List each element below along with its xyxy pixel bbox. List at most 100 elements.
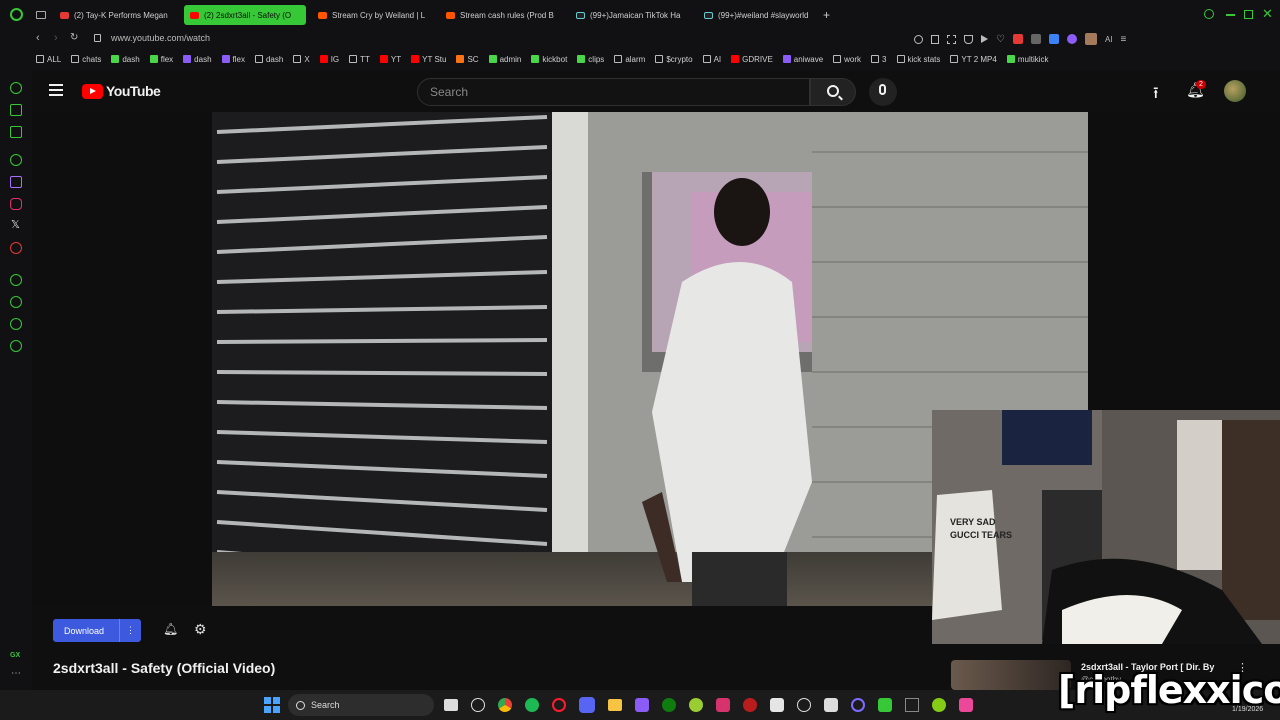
bookmark-item[interactable]: dash <box>183 55 212 64</box>
bookmark-item[interactable]: work <box>833 55 861 64</box>
search-tabs-icon[interactable] <box>1204 9 1214 19</box>
profile-avatar[interactable] <box>1084 33 1097 45</box>
send-icon[interactable] <box>981 35 988 43</box>
search-input[interactable]: Search <box>417 78 810 106</box>
settings-gear-icon[interactable]: ⚙ <box>194 621 207 638</box>
gx-corner-icon[interactable] <box>10 104 22 116</box>
bookmark-item[interactable]: dash <box>111 55 140 64</box>
maximize-button[interactable] <box>1244 10 1253 19</box>
tab-6[interactable]: (99+)#weiland #slayworld <box>698 5 820 25</box>
youtube-logo[interactable]: YouTube <box>82 83 161 99</box>
opera-icon[interactable] <box>552 698 566 712</box>
bookmark-item[interactable]: kick stats <box>896 55 940 64</box>
snapshot-icon[interactable] <box>947 34 956 44</box>
start-windows-icon[interactable] <box>264 697 280 713</box>
chrome-icon[interactable] <box>498 698 512 712</box>
download-options-icon[interactable]: ⋮ <box>119 619 141 642</box>
bookmark-item[interactable]: flex <box>149 55 173 64</box>
extension-red-icon[interactable] <box>1012 34 1023 44</box>
app-green2-icon[interactable] <box>878 698 892 712</box>
player-icon[interactable] <box>10 274 22 286</box>
twitch-icon[interactable] <box>10 176 22 188</box>
bookmark-item[interactable]: clips <box>577 55 604 64</box>
task-view-icon[interactable] <box>444 699 458 711</box>
chatgpt-icon[interactable] <box>797 698 811 712</box>
bookmark-item[interactable]: YT Stu <box>411 55 446 64</box>
bookmark-item[interactable]: AI <box>702 55 721 64</box>
tab-overview-icon[interactable] <box>36 11 46 19</box>
bookmark-item[interactable]: aniwave <box>782 55 823 64</box>
extension-purple-icon[interactable] <box>1066 34 1077 44</box>
bookmark-item[interactable]: alarm <box>614 55 645 64</box>
xbox-icon[interactable] <box>662 698 676 712</box>
tab-1[interactable]: (2) Tay-K Performs Megan <box>54 5 180 25</box>
app-green-icon[interactable] <box>689 698 703 712</box>
hamburger-menu-icon[interactable] <box>49 84 63 96</box>
opera-gx-icon[interactable] <box>851 698 865 712</box>
app-pink-icon[interactable] <box>716 698 730 712</box>
ai-icon[interactable]: AI <box>1105 35 1113 44</box>
bookmark-item[interactable]: YT <box>379 55 401 64</box>
voice-search-button[interactable] <box>869 78 897 106</box>
bookmark-item[interactable]: YT 2 MP4 <box>950 55 997 64</box>
music-icon[interactable] <box>10 242 22 254</box>
bookmark-item[interactable]: SC <box>456 55 479 64</box>
extensions-icon[interactable] <box>10 318 22 330</box>
bookmark-item[interactable]: GDRIVE <box>731 55 773 64</box>
extension-blue-icon[interactable] <box>1048 34 1059 44</box>
zoom-icon[interactable] <box>914 34 923 44</box>
extension-grey-icon[interactable] <box>1030 34 1041 44</box>
tab-3[interactable]: Stream Cry by Weiland | L <box>312 5 438 25</box>
reload-icon[interactable]: ↻ <box>70 32 78 43</box>
menu-icon[interactable]: ≡ <box>1121 34 1127 45</box>
app-pink2-icon[interactable] <box>959 698 973 712</box>
download-button[interactable]: Download ⋮ <box>53 619 141 642</box>
close-button[interactable]: ✕ <box>1262 6 1273 22</box>
spotify-icon[interactable] <box>525 698 539 712</box>
app-grid-icon[interactable] <box>905 698 919 712</box>
forward-icon[interactable]: › <box>54 32 58 44</box>
messenger-icon[interactable] <box>10 154 22 166</box>
bookmark-item[interactable]: admin <box>488 55 521 64</box>
taskbar-search[interactable]: Search <box>288 694 434 716</box>
pin-icon[interactable] <box>931 34 939 44</box>
back-icon[interactable]: ‹ <box>36 32 40 44</box>
app-icon[interactable] <box>471 698 485 712</box>
tab-5[interactable]: (99+)Jamaican TikTok Ha <box>570 5 694 25</box>
new-tab-button[interactable]: + <box>823 8 830 22</box>
bookmark-item[interactable]: multikick <box>1006 55 1049 64</box>
shield-icon[interactable] <box>964 34 973 44</box>
app-purple-icon[interactable] <box>635 698 649 712</box>
minimize-button[interactable] <box>1226 14 1235 16</box>
bookmark-item[interactable]: TT <box>349 55 370 64</box>
bookmark-item[interactable]: flex <box>221 55 245 64</box>
bookmark-item[interactable]: $crypto <box>655 55 693 64</box>
more-icon[interactable]: ⋯ <box>11 668 21 679</box>
app-red-icon[interactable] <box>743 698 757 712</box>
notify-bell-icon[interactable]: 🔔︎ <box>163 622 178 636</box>
bookmark-item[interactable]: dash <box>254 55 283 64</box>
tab-2-active[interactable]: (2) 2sdxrt3all - Safety (O <box>184 5 306 25</box>
opera-gx-logo-icon[interactable] <box>10 8 23 21</box>
extensions-icons[interactable]: ♡ AI ≡ <box>914 33 1254 45</box>
gx-cleaner-icon[interactable] <box>10 126 22 138</box>
gx-control-icon[interactable] <box>10 82 22 94</box>
x-icon[interactable]: 𝕏 <box>11 218 20 231</box>
bookmark-item[interactable]: X <box>293 55 310 64</box>
instagram-icon[interactable] <box>10 198 22 210</box>
history-icon[interactable] <box>10 296 22 308</box>
bookmark-item[interactable]: IG <box>319 55 339 64</box>
tab-4[interactable]: Stream cash rules (Prod B <box>440 5 566 25</box>
account-avatar[interactable] <box>1224 80 1246 102</box>
settings-icon[interactable] <box>10 340 22 352</box>
bookmark-item[interactable]: kickbot <box>531 55 567 64</box>
bookmark-item[interactable]: 3 <box>871 55 887 64</box>
discord-icon[interactable] <box>579 697 595 713</box>
file-explorer-icon[interactable] <box>608 699 622 711</box>
upload-icon[interactable]: ⭱ <box>1153 82 1159 109</box>
app-snip-icon[interactable] <box>824 698 838 712</box>
bookmark-item[interactable]: ALL <box>36 55 61 64</box>
app-dark-icon[interactable] <box>770 698 784 712</box>
url-field[interactable]: www.youtube.com/watch <box>111 33 210 43</box>
app-lime-icon[interactable] <box>932 698 946 712</box>
